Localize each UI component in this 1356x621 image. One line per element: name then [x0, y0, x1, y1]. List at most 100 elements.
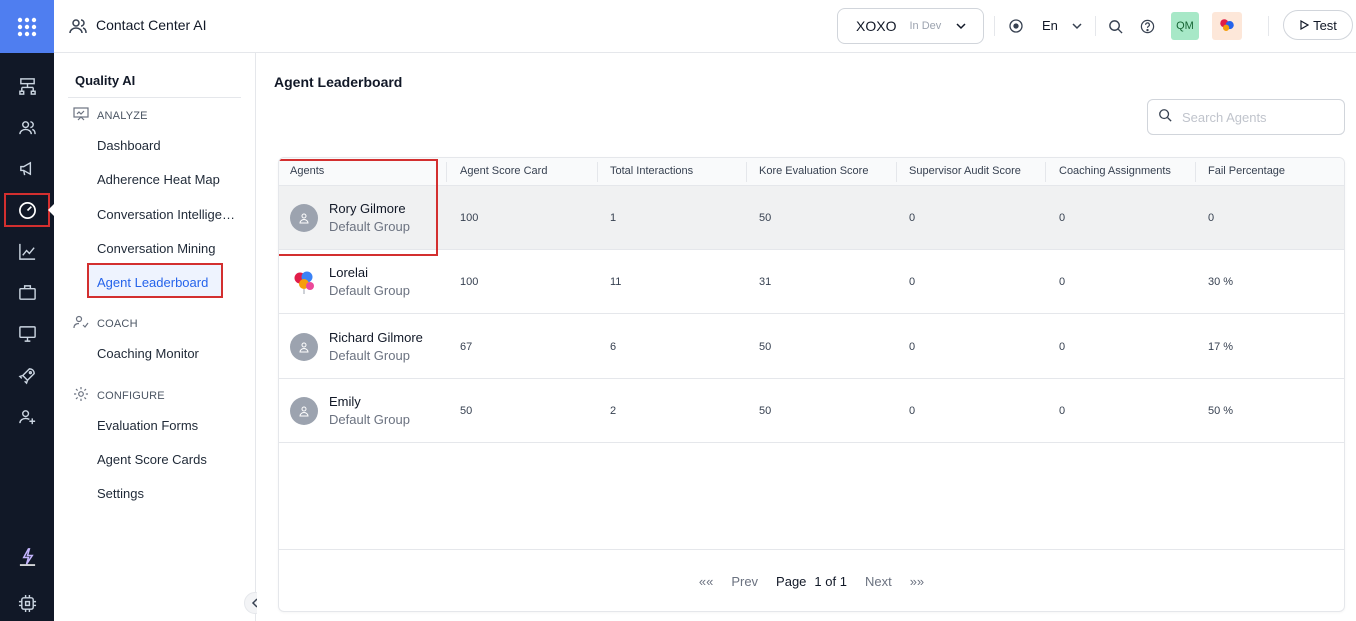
coaching-value: 0: [1059, 341, 1066, 353]
users-icon[interactable]: [11, 111, 43, 143]
supervisor-score-value: 0: [909, 276, 916, 288]
apps-grid-icon[interactable]: [0, 0, 54, 53]
megaphone-icon[interactable]: [11, 152, 43, 184]
nav-item-agent-leaderboard[interactable]: Agent Leaderboard: [97, 275, 237, 290]
leaderboard-table: Agents Agent Score Card Total Interactio…: [278, 157, 1345, 612]
divider: [1045, 162, 1046, 182]
gear-icon: [73, 386, 89, 405]
nav-item-evaluation-forms[interactable]: Evaluation Forms: [97, 418, 237, 433]
chip-icon[interactable]: [11, 587, 43, 619]
nav-item-settings[interactable]: Settings: [97, 486, 237, 501]
record-icon[interactable]: [1007, 17, 1025, 35]
agent-group: Default Group: [329, 412, 410, 427]
page-indicator: 1 of 1: [814, 573, 847, 589]
column-header[interactable]: Kore Evaluation Score: [759, 165, 868, 177]
coaching-value: 0: [1059, 276, 1066, 288]
score-card-value: 100: [460, 276, 479, 288]
main-content: Agent Leaderboard Agents Agent Score Car…: [257, 53, 1356, 621]
next-page-button[interactable]: Next: [865, 574, 892, 589]
nav-item-conversation-mining[interactable]: Conversation Mining: [97, 241, 237, 256]
lightning-icon[interactable]: [11, 540, 43, 572]
agent-name: Richard Gilmore: [329, 330, 423, 345]
kore-score-value: 50: [759, 212, 772, 224]
play-icon: [1299, 18, 1310, 33]
briefcase-icon[interactable]: [11, 276, 43, 308]
divider: [1268, 16, 1269, 36]
nav-item-coaching-monitor[interactable]: Coaching Monitor: [97, 346, 237, 361]
divider: [68, 97, 241, 98]
column-header[interactable]: Coaching Assignments: [1059, 165, 1171, 177]
divider: [896, 162, 897, 182]
agent-name: Lorelai: [329, 265, 369, 280]
nav-title: Quality AI: [75, 73, 136, 88]
chevron-down-icon[interactable]: [1068, 17, 1086, 35]
fail-percentage-value: 0: [1208, 212, 1215, 224]
table-row[interactable]: Lorelai Default Group 100 11 31 0 0 30 %: [279, 250, 1344, 314]
coaching-value: 0: [1059, 212, 1066, 224]
user-plus-icon[interactable]: [11, 400, 43, 432]
search-agents-input[interactable]: [1182, 109, 1332, 125]
column-header[interactable]: Supervisor Audit Score: [909, 165, 1021, 177]
pagination: «« Prev Page 1 of 1 Next »»: [279, 549, 1344, 611]
score-card-value: 67: [460, 341, 473, 353]
interactions-value: 2: [610, 405, 617, 417]
interactions-value: 1: [610, 212, 617, 224]
table-header: Agents Agent Score Card Total Interactio…: [279, 158, 1344, 186]
section-label: ANALYZE: [97, 109, 148, 122]
divider: [597, 162, 598, 182]
supervisor-score-value: 0: [909, 341, 916, 353]
rocket-icon[interactable]: [11, 359, 43, 391]
prev-page-button[interactable]: Prev: [731, 574, 758, 589]
interactions-value: 11: [610, 276, 622, 288]
column-header[interactable]: Fail Percentage: [1208, 165, 1285, 177]
user-initials-avatar[interactable]: QM: [1171, 12, 1199, 40]
kore-score-value: 50: [759, 341, 772, 353]
nav-item-conversation-intelligence[interactable]: Conversation Intelligence: [97, 207, 237, 222]
last-page-button[interactable]: »»: [910, 574, 924, 589]
nav-item-adherence-heat-map[interactable]: Adherence Heat Map: [97, 172, 237, 187]
divider: [746, 162, 747, 182]
env-name: XOXO: [856, 18, 897, 34]
language-selector[interactable]: En: [1042, 18, 1058, 33]
table-row[interactable]: Rory Gilmore Default Group 100 1 50 0 0 …: [279, 186, 1344, 250]
divider: [446, 162, 447, 182]
agent-name: Emily: [329, 394, 361, 409]
presentation-icon: [73, 106, 89, 125]
first-page-button[interactable]: ««: [699, 574, 713, 589]
table-row[interactable]: Richard Gilmore Default Group 67 6 50 0 …: [279, 315, 1344, 379]
test-button[interactable]: Test: [1283, 10, 1353, 40]
monitor-icon[interactable]: [11, 317, 43, 349]
gauge-icon[interactable]: [4, 193, 50, 227]
balloons-avatar-icon[interactable]: [1212, 12, 1242, 40]
chart-icon[interactable]: [11, 235, 43, 267]
highlight-agents-cell: [279, 159, 438, 256]
interactions-value: 6: [610, 341, 617, 353]
help-icon[interactable]: [1138, 17, 1156, 35]
section-label: CONFIGURE: [97, 389, 165, 402]
column-header[interactable]: Total Interactions: [610, 165, 693, 177]
nav-item-dashboard[interactable]: Dashboard: [97, 138, 237, 153]
env-stage: In Dev: [909, 20, 942, 32]
search-box[interactable]: [1147, 99, 1345, 135]
kore-score-value: 50: [759, 405, 772, 417]
supervisor-score-value: 0: [909, 405, 916, 417]
divider: [1095, 16, 1096, 36]
kore-score-value: 31: [759, 276, 772, 288]
column-header[interactable]: Agent Score Card: [460, 165, 547, 177]
coaching-value: 0: [1059, 405, 1066, 417]
page-title: Agent Leaderboard: [274, 74, 403, 90]
nav-item-agent-score-cards[interactable]: Agent Score Cards: [97, 452, 237, 467]
agent-group: Default Group: [329, 283, 410, 298]
user-avatar-icon: [290, 333, 318, 361]
divider: [994, 16, 995, 36]
search-icon[interactable]: [1106, 17, 1124, 35]
users-icon: [68, 16, 88, 41]
section-configure: CONFIGURE: [73, 386, 165, 405]
top-bar: Contact Center AI XOXO In Dev En QM Test: [54, 0, 1356, 53]
score-card-value: 100: [460, 212, 479, 224]
search-icon: [1158, 108, 1172, 127]
test-label: Test: [1313, 17, 1337, 33]
flow-icon[interactable]: [11, 70, 43, 102]
table-row[interactable]: Emily Default Group 50 2 50 0 0 50 %: [279, 379, 1344, 443]
environment-selector[interactable]: XOXO In Dev: [837, 8, 984, 44]
